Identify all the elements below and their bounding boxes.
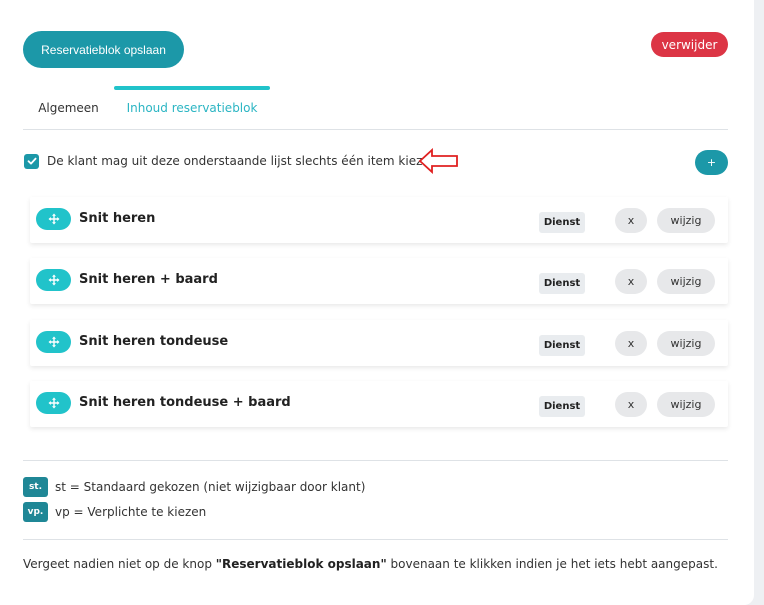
check-icon xyxy=(27,157,36,165)
divider xyxy=(23,460,728,461)
tab-general[interactable]: Algemeen xyxy=(23,86,114,130)
legend-required: vp. vp = Verplichte te kiezen xyxy=(23,502,206,522)
move-arrows-icon xyxy=(48,397,59,409)
move-arrows-icon xyxy=(48,336,59,348)
delete-button[interactable]: verwijder xyxy=(651,32,728,57)
divider xyxy=(23,539,728,540)
save-reservation-block-button[interactable]: Reservatieblok opslaan xyxy=(23,31,184,68)
legend-text: vp = Verplichte te kiezen xyxy=(55,505,207,519)
drag-handle[interactable] xyxy=(36,331,71,353)
single-choice-checkbox[interactable] xyxy=(24,153,39,169)
edit-item-button[interactable]: wijzig xyxy=(657,269,715,294)
item-type-badge: Dienst xyxy=(539,212,585,233)
arrow-left-icon xyxy=(418,148,458,174)
remove-item-button[interactable]: x xyxy=(615,208,647,233)
move-arrows-icon xyxy=(48,274,59,286)
item-type-badge: Dienst xyxy=(539,273,585,294)
remove-item-button[interactable]: x xyxy=(615,392,647,417)
tab-block-content[interactable]: Inhoud reservatieblok xyxy=(114,86,270,130)
edit-item-button[interactable]: wijzig xyxy=(657,331,715,356)
item-name: Snit heren xyxy=(79,211,156,226)
drag-handle[interactable] xyxy=(36,392,71,414)
legend-text: st = Standaard gekozen (niet wijzigbaar … xyxy=(55,480,366,494)
item-name: Snit heren tondeuse + baard xyxy=(79,395,291,410)
edit-item-button[interactable]: wijzig xyxy=(657,392,715,417)
drag-handle[interactable] xyxy=(36,208,71,230)
required-badge: vp. xyxy=(23,502,48,522)
single-choice-option: De klant mag uit deze onderstaande lijst… xyxy=(24,150,441,172)
list-item: Snit heren Dienst x wijzig xyxy=(30,197,728,243)
item-name: Snit heren tondeuse xyxy=(79,334,229,349)
move-arrows-icon xyxy=(48,213,59,225)
single-choice-label: De klant mag uit deze onderstaande lijst… xyxy=(47,154,442,168)
edit-item-button[interactable]: wijzig xyxy=(657,208,715,233)
legend-standard: st. st = Standaard gekozen (niet wijzigb… xyxy=(23,477,365,497)
list-item: Snit heren + baard Dienst x wijzig xyxy=(30,258,728,304)
item-type-badge: Dienst xyxy=(539,335,585,356)
item-type-badge: Dienst xyxy=(539,396,585,417)
tab-bar: Algemeen Inhoud reservatieblok xyxy=(23,86,728,130)
remove-item-button[interactable]: x xyxy=(615,269,647,294)
item-name: Snit heren + baard xyxy=(79,272,218,287)
save-reminder-note: Vergeet nadien niet op de knop "Reservat… xyxy=(23,557,718,571)
standard-badge: st. xyxy=(23,477,48,497)
list-item: Snit heren tondeuse + baard Dienst x wij… xyxy=(30,381,728,427)
drag-handle[interactable] xyxy=(36,269,71,291)
reservation-block-panel: Reservatieblok opslaan verwijder Algemee… xyxy=(0,0,754,605)
remove-item-button[interactable]: x xyxy=(615,331,647,356)
add-item-button[interactable]: + xyxy=(695,150,728,175)
list-item: Snit heren tondeuse Dienst x wijzig xyxy=(30,320,728,366)
